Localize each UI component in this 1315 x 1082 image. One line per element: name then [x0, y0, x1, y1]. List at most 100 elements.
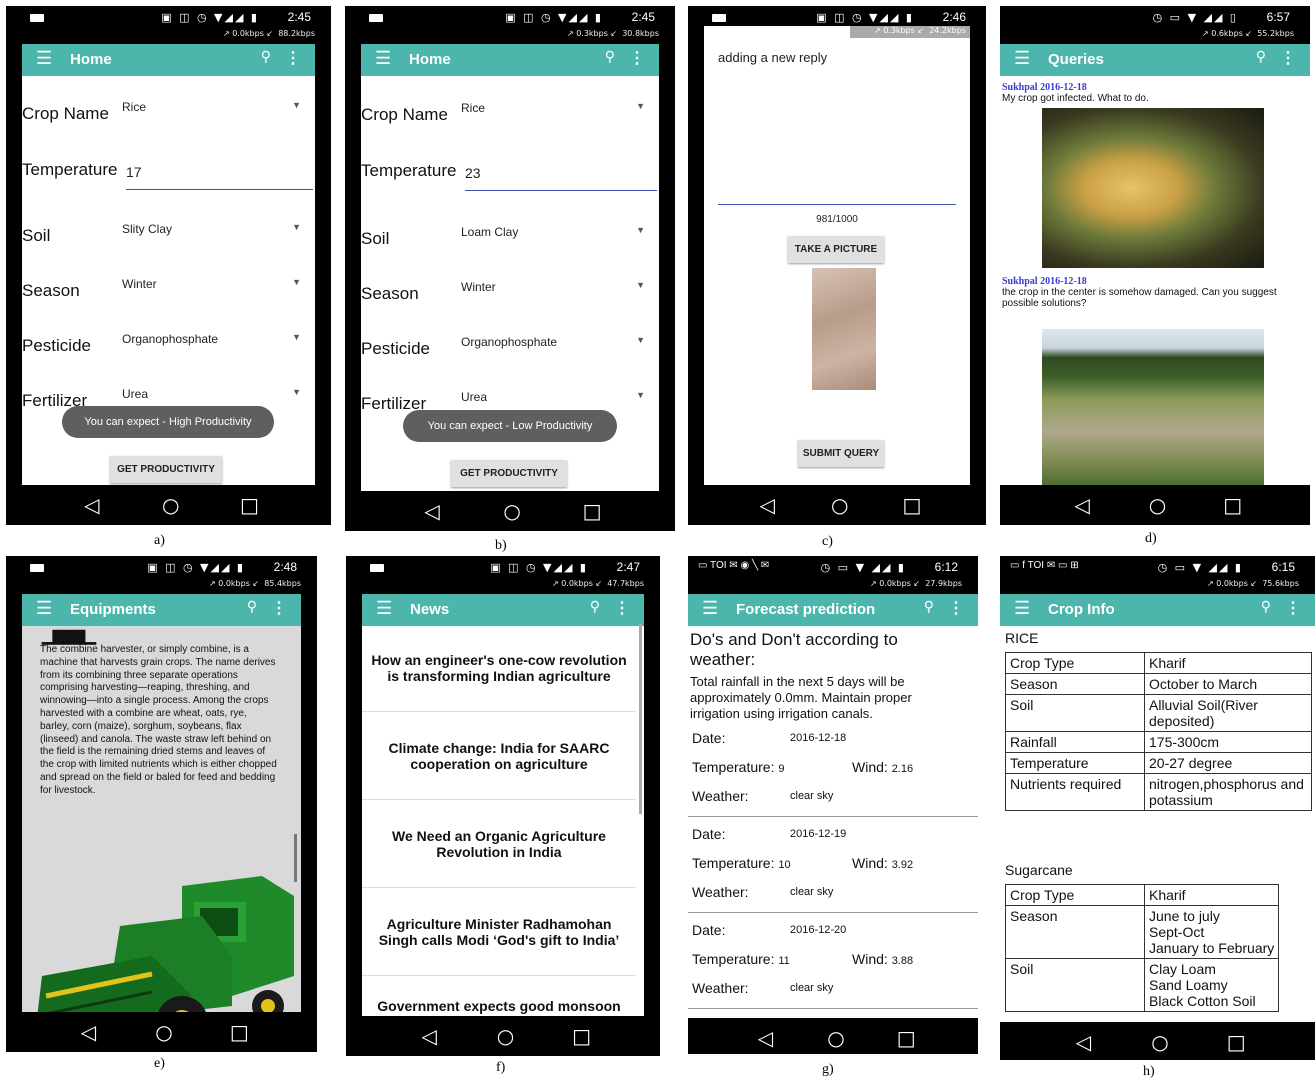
field-season[interactable]: Season Winter ▼: [22, 277, 315, 307]
home-circle-icon[interactable]: ○: [831, 493, 848, 517]
home-circle-icon[interactable]: ○: [1149, 493, 1166, 517]
app-bar-title: Queries: [1048, 51, 1104, 68]
home-circle-icon[interactable]: ○: [827, 1026, 844, 1050]
take-picture-button[interactable]: TAKE A PICTURE: [788, 236, 884, 263]
hamburger-menu-icon[interactable]: ☰: [36, 48, 52, 69]
recents-square-icon[interactable]: □: [1223, 493, 1242, 517]
back-triangle-icon[interactable]: ◁: [421, 1024, 436, 1048]
query-item[interactable]: Sukhpal 2016-12-18 the crop in the cente…: [1002, 276, 1286, 309]
hamburger-menu-icon[interactable]: ☰: [1014, 598, 1030, 619]
home-circle-icon[interactable]: ○: [155, 1020, 172, 1044]
clock: 2:45: [287, 10, 311, 24]
temperature-input[interactable]: 17: [126, 164, 142, 180]
field-temperature[interactable]: Temperature 17: [22, 156, 315, 190]
hamburger-menu-icon[interactable]: ☰: [376, 598, 392, 619]
home-circle-icon[interactable]: ○: [162, 493, 179, 517]
clock: 6:57: [1266, 10, 1290, 24]
recents-square-icon[interactable]: □: [583, 499, 602, 523]
back-triangle-icon[interactable]: ◁: [424, 499, 439, 523]
hamburger-menu-icon[interactable]: ☰: [1014, 48, 1030, 69]
home-circle-icon[interactable]: ○: [497, 1024, 514, 1048]
dropdown-arrow-icon: ▼: [292, 100, 301, 110]
hamburger-menu-icon[interactable]: ☰: [36, 598, 52, 619]
overflow-menu-icon[interactable]: ⋮: [1280, 48, 1296, 68]
back-triangle-icon[interactable]: ◁: [760, 493, 775, 517]
news-item[interactable]: How an engineer's one-cow revolution is …: [362, 624, 636, 712]
screen: ☰ Crop Info ⚲ ⋮ RICE Crop Type Kharif Sea…: [1000, 594, 1315, 1022]
recents-square-icon[interactable]: □: [1227, 1030, 1246, 1054]
crop-name: Sugarcane: [1005, 862, 1073, 878]
back-triangle-icon[interactable]: ◁: [84, 493, 99, 517]
back-triangle-icon[interactable]: ◁: [1076, 1030, 1091, 1054]
overflow-menu-icon[interactable]: ⋮: [285, 48, 301, 68]
overflow-menu-icon[interactable]: ⋮: [948, 598, 964, 618]
overflow-menu-icon[interactable]: ⋮: [1285, 598, 1301, 618]
network-speed: ↗ 0.6kbps ↙ 55.2kbps: [1201, 29, 1294, 38]
caption-a: a): [154, 533, 165, 548]
field-pesticide[interactable]: Pesticide Organophosphate ▼: [22, 332, 315, 362]
search-icon[interactable]: ⚲: [605, 49, 615, 65]
dropdown-arrow-icon: ▼: [636, 280, 645, 290]
app-bar-title: News: [410, 601, 450, 618]
dropdown-arrow-icon: ▼: [292, 332, 301, 342]
recents-square-icon[interactable]: □: [240, 493, 259, 517]
screen: ☰ Queries ⚲ ⋮ Sukhpal 2016-12-18 My crop…: [1000, 44, 1310, 485]
app-bar: ☰ News ⚲ ⋮: [362, 594, 644, 626]
caption-c: c): [822, 534, 833, 549]
app-bar: ☰ Crop Info ⚲ ⋮: [1000, 594, 1315, 626]
get-productivity-button[interactable]: GET PRODUCTIVITY: [110, 456, 222, 483]
get-productivity-button[interactable]: GET PRODUCTIVITY: [451, 460, 567, 487]
notification-icons: ▭ f TOI ✉ ▭ ⊞: [1010, 560, 1079, 571]
news-item[interactable]: Agriculture Minister Radhamohan Singh ca…: [362, 888, 636, 976]
field-crop-name[interactable]: Crop Name Rice ▼: [361, 101, 659, 131]
news-item[interactable]: We Need an Organic Agriculture Revolutio…: [362, 800, 636, 888]
query-text: My crop got infected. What to do.: [1002, 93, 1149, 104]
hamburger-menu-icon[interactable]: ☰: [702, 598, 718, 619]
search-icon[interactable]: ⚲: [1256, 49, 1266, 65]
reply-input[interactable]: adding a new reply: [718, 50, 827, 65]
home-circle-icon[interactable]: ○: [1151, 1030, 1168, 1054]
temperature-input[interactable]: 23: [465, 165, 481, 181]
hamburger-menu-icon[interactable]: ☰: [375, 48, 391, 69]
submit-query-button[interactable]: SUBMIT QUERY: [798, 440, 884, 467]
infected-corn-photo: [1042, 108, 1264, 268]
back-triangle-icon[interactable]: ◁: [1074, 493, 1089, 517]
news-item[interactable]: Government expects good monsoon: [362, 976, 636, 1016]
back-triangle-icon[interactable]: ◁: [758, 1026, 773, 1050]
recents-square-icon[interactable]: □: [903, 493, 922, 517]
crop-info-table: Crop Type Kharif Season June to july Sept-…: [1005, 884, 1280, 1012]
field-soil[interactable]: Soil Loam Clay ▼: [361, 225, 659, 255]
search-icon[interactable]: ⚲: [1261, 599, 1271, 615]
recents-square-icon[interactable]: □: [230, 1020, 249, 1044]
overflow-menu-icon[interactable]: ⋮: [614, 598, 630, 618]
status-icons: ◷ ▭ ▼ ◢◢ ▮: [820, 561, 906, 574]
recents-square-icon[interactable]: □: [572, 1024, 591, 1048]
caption-d: d): [1145, 531, 1157, 546]
overflow-menu-icon[interactable]: ⋮: [271, 598, 287, 618]
table-row: Nutrients required nitrogen,phosphorus an…: [1005, 773, 1312, 811]
search-icon[interactable]: ⚲: [924, 599, 934, 615]
field-soil[interactable]: Soil Slity Clay ▼: [22, 222, 315, 252]
overflow-menu-icon[interactable]: ⋮: [629, 48, 645, 68]
phone-d: ◷ ▭ ▼ ◢◢ ▯ 6:57 ↗ 0.6kbps ↙ 55.2kbps ☰ Q…: [1000, 6, 1310, 525]
search-icon[interactable]: ⚲: [590, 599, 600, 615]
equipment-description: The combine harvester, or simply combine…: [40, 644, 277, 796]
home-circle-icon[interactable]: ○: [503, 499, 520, 523]
recents-square-icon[interactable]: □: [897, 1026, 916, 1050]
scrollbar[interactable]: [639, 624, 642, 814]
field-temperature[interactable]: Temperature 23: [361, 157, 659, 191]
search-icon[interactable]: ⚲: [247, 599, 257, 615]
nav-bar: ◁ ○ □: [688, 1018, 978, 1054]
field-season[interactable]: Season Winter ▼: [361, 280, 659, 310]
field-pesticide[interactable]: Pesticide Organophosphate ▼: [361, 335, 659, 365]
search-icon[interactable]: ⚲: [261, 49, 271, 65]
field-crop-name[interactable]: Crop Name Rice ▼: [22, 100, 315, 130]
query-item[interactable]: Sukhpal 2016-12-18 My crop got infected.…: [1002, 82, 1149, 104]
back-triangle-icon[interactable]: ◁: [81, 1020, 96, 1044]
clock: 6:12: [934, 560, 958, 574]
news-item[interactable]: Climate change: India for SAARC cooperat…: [362, 712, 636, 800]
nav-bar: ◁ ○ □: [345, 491, 675, 531]
phone-a: ▣ ◫ ◷ ▼◢◢ ▮ 2:45 ↗ 0.0kbps ↙ 88.2kbps ☰ …: [6, 6, 331, 525]
input-underline: [465, 190, 657, 191]
table-row: Crop Type Kharif: [1005, 652, 1312, 674]
